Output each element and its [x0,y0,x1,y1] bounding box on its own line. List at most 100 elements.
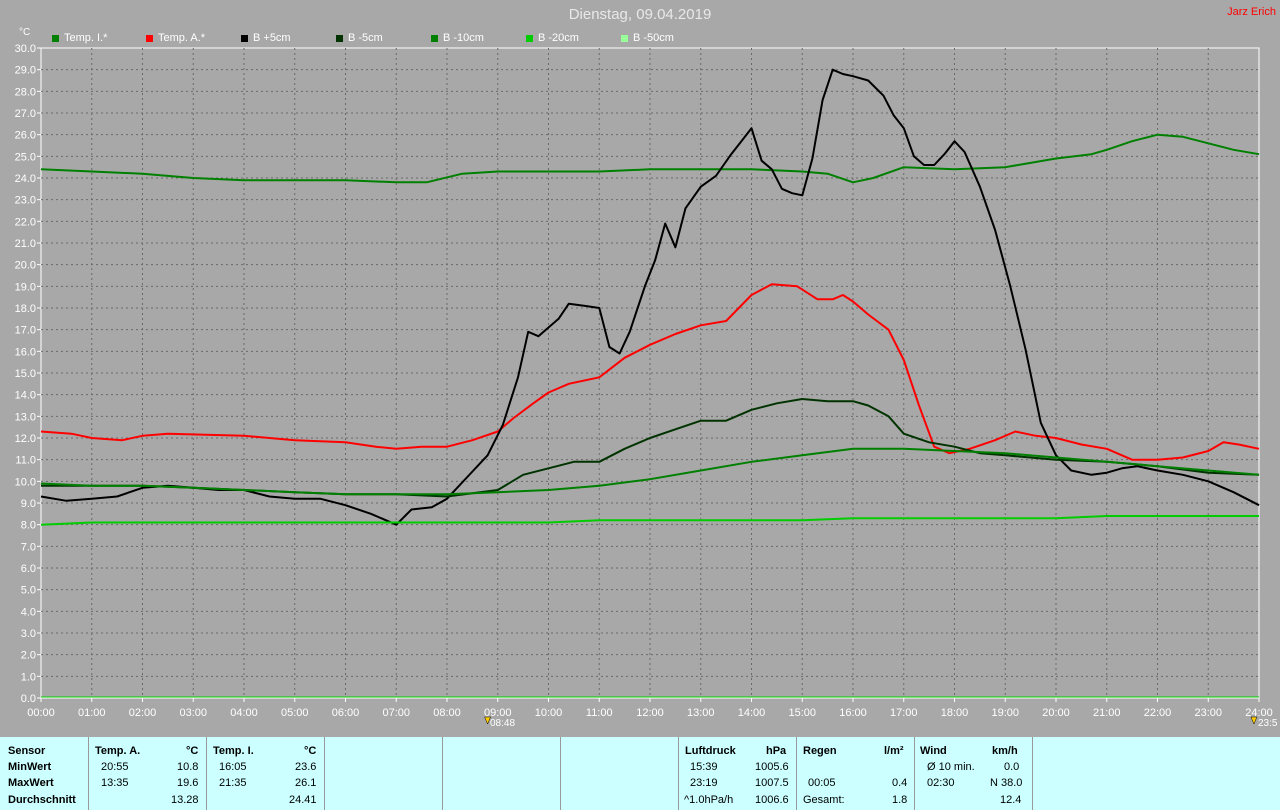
temp-a-min-time: 20:55 [101,761,129,773]
y-tick-label: 29.0 [15,65,36,77]
y-tick-label: 17.0 [15,325,36,337]
y-tick-label: 20.0 [15,260,36,272]
pressure-trend-label: ^1.0hPa/h [684,794,734,806]
temp-i-unit: °C [304,745,317,757]
author-label: Jarz Erich [1227,6,1276,18]
legend-temp-a: Temp. A.* [146,32,205,44]
y-tick-label: 10.0 [15,476,36,488]
legend-label: B -5cm [348,32,383,44]
temp-a-min-value: 10.8 [177,761,199,773]
y-tick-label: 6.0 [21,563,36,575]
y-tick-label: 14.0 [15,390,36,402]
legend-label: Temp. I.* [64,32,108,44]
y-tick-label: 24.0 [15,173,36,185]
temp-i-avg-value: 24.41 [289,794,317,806]
pressure-max-value: 1007.5 [755,777,789,789]
y-tick-label: 15.0 [15,368,36,380]
x-tick-label: 14:00 [738,707,766,719]
footer-divider [1032,737,1033,810]
temp-a-header: Temp. A. [95,745,141,757]
x-tick-label: 20:00 [1042,707,1070,719]
legend-swatch [241,34,248,42]
x-tick-label: 23:00 [1194,707,1222,719]
sun-marker-icon [1250,716,1258,725]
legend-swatch [621,34,628,42]
legend-swatch [526,34,533,42]
rain-unit: l/m² [884,745,904,757]
legend-temp-i: Temp. I.* [52,32,107,44]
summary-footer: Sensor MinWert MaxWert Durchschnitt Temp… [0,737,1280,810]
x-tick-label: 16:00 [839,707,867,719]
x-tick-label: 21:00 [1093,707,1121,719]
y-tick-label: 16.0 [15,346,36,358]
temp-i-min-time: 16:05 [219,761,247,773]
legend-swatch [431,34,438,42]
temp-i-max-value: 26.1 [295,777,317,789]
x-tick-label: 13:00 [687,707,715,719]
rain-max-time: 00:05 [808,777,836,789]
wind-avg-label: Ø 10 min. [927,761,975,773]
y-tick-label: 8.0 [21,520,36,532]
legend-swatch [336,34,343,42]
y-tick-label: 2.0 [21,650,36,662]
footer-divider [560,737,561,810]
y-tick-label: 28.0 [15,86,36,98]
wind-header: Wind [920,745,947,757]
y-tick-label: 19.0 [15,281,36,293]
temp-a-max-time: 13:35 [101,777,129,789]
chart-title: Dienstag, 09.04.2019 [568,6,712,23]
legend-swatch [146,34,153,42]
x-tick-label: 18:00 [941,707,969,719]
x-tick-label: 17:00 [890,707,918,719]
x-tick-label: 02:00 [129,707,157,719]
temp-a-max-value: 19.6 [177,777,199,789]
x-tick-label: 06:00 [332,707,360,719]
legend-swatch [52,34,59,42]
chart-plot: 0.0 1.0 2.0 3.0 4.0 5.0 6.0 7.0 8.0 9.0 10.0 11.0 12… [15,43,1273,725]
marker-label-sunset: 23:5 [1258,718,1278,729]
temp-i-header: Temp. I. [213,745,254,757]
y-tick-label: 30.0 [15,43,36,55]
x-tick-label: 00:00 [27,707,55,719]
row-minwert: MinWert [8,761,52,773]
y-tick-label: 26.0 [15,130,36,142]
footer-divider [442,737,443,810]
legend-label: B -10cm [443,32,484,44]
x-tick-label: 22:00 [1144,707,1172,719]
legend-label: B -20cm [538,32,579,44]
y-tick-label: 13.0 [15,411,36,423]
x-tick-label: 12:00 [636,707,664,719]
x-tick-label: 05:00 [281,707,309,719]
y-tick-label: 22.0 [15,216,36,228]
wind-mean-value: 12.4 [1000,794,1022,806]
y-axis-unit: °C [19,27,31,38]
y-tick-label: 21.0 [15,238,36,250]
wind-max-time: 02:30 [927,777,955,789]
pressure-min-time: 15:39 [690,761,718,773]
pressure-trend-value: 1006.6 [755,794,789,806]
footer-divider [206,737,207,810]
y-tick-label: 25.0 [15,151,36,163]
rain-total-label: Gesamt: [803,794,845,806]
rain-header: Regen [803,745,837,757]
wind-unit: km/h [992,745,1018,757]
y-tick-label: 3.0 [21,628,36,640]
y-tick-label: 7.0 [21,541,36,553]
wind-max-value: N 38.0 [990,777,1023,789]
x-tick-label: 03:00 [179,707,207,719]
x-tick-label: 10:00 [535,707,563,719]
x-tick-label: 04:00 [230,707,258,719]
wind-avg-value: 0.0 [1004,761,1020,773]
y-tick-label: 0.0 [21,693,36,705]
y-tick-label: 11.0 [15,455,36,467]
row-maxwert: MaxWert [8,777,54,789]
marker-label-sunrise: 08:48 [490,718,516,729]
legend-b-minus20: B -20cm [526,32,579,44]
rain-total-value: 1.8 [892,794,908,806]
legend-b-minus10: B -10cm [431,32,484,44]
footer-divider [914,737,915,810]
legend-label: B -50cm [633,32,674,44]
row-durchschnitt: Durchschnitt [8,794,76,806]
x-tick-label: 08:00 [433,707,461,719]
y-tick-label: 18.0 [15,303,36,315]
